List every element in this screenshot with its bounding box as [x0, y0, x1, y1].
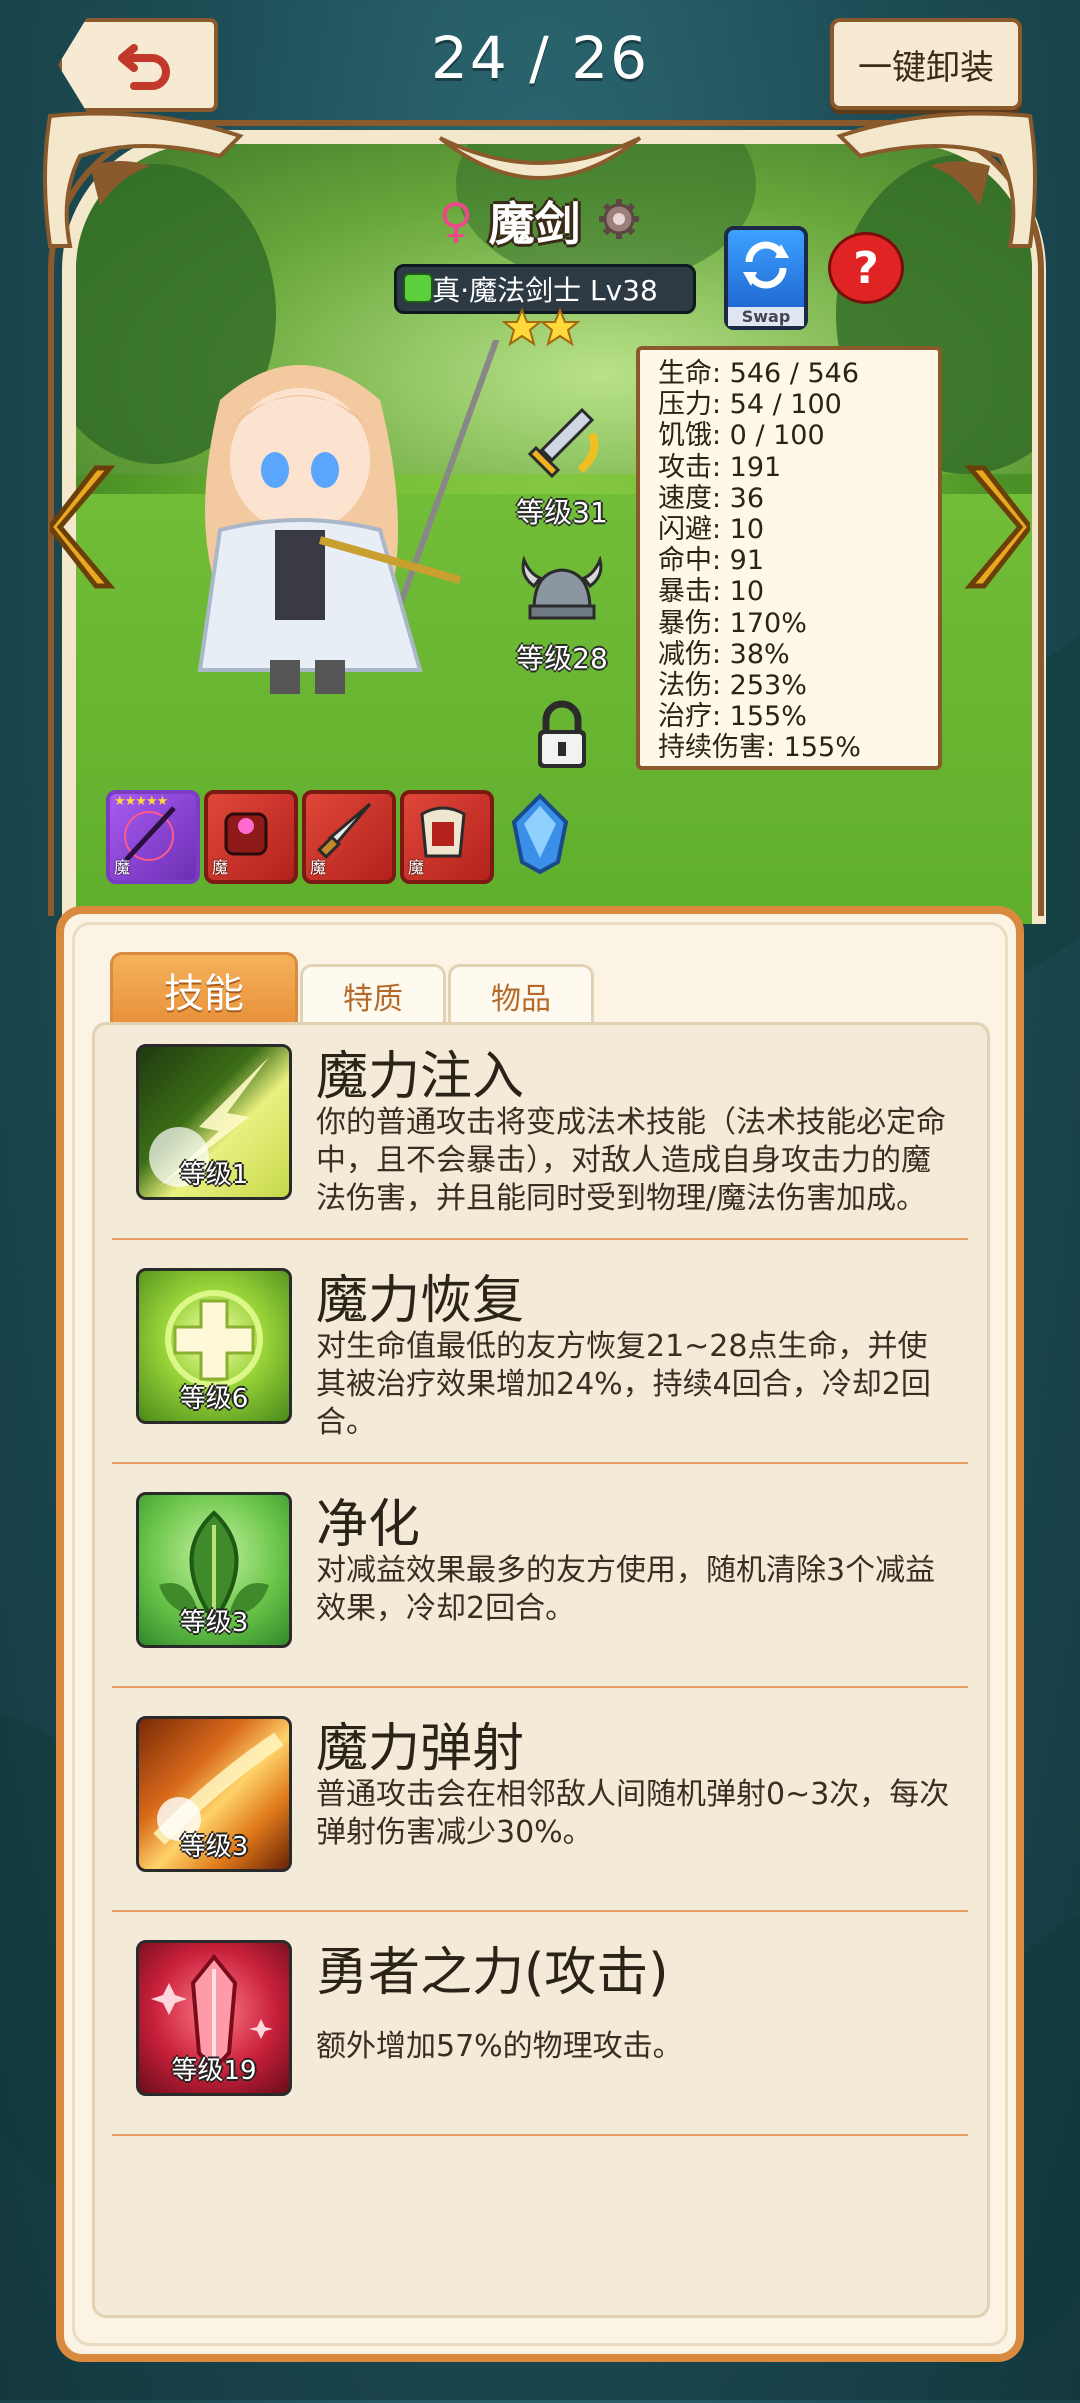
- item-tag: 魔: [408, 858, 425, 877]
- hero-name-row: ♀ 魔剑: [0, 188, 1080, 254]
- skill-description: 对减益效果最多的友方使用，随机清除3个减益效果，冷却2回合。: [316, 1553, 936, 1626]
- stat-hunger: 饥饿: 0 / 100: [658, 420, 825, 452]
- stat-hp: 生命: 546 / 546: [658, 358, 860, 389]
- stat-damage-reduction: 减伤: 38%: [658, 638, 790, 670]
- item-slot-staff[interactable]: ★★★★★ 魔: [106, 790, 200, 884]
- skill-icon-purify: 等级3: [136, 1492, 292, 1648]
- previous-hero-arrow[interactable]: [50, 462, 122, 592]
- star-icon: [539, 307, 581, 347]
- next-hero-arrow[interactable]: [958, 462, 1030, 592]
- locked-slot[interactable]: [500, 700, 624, 779]
- swap-arrows-icon: [743, 241, 789, 289]
- skill-item[interactable]: 等级3 魔力弹射 普通攻击会在相邻敌人间随机弹射0~3次，每次弹射伤害减少30%…: [112, 1686, 968, 1912]
- skill-level: 等级6: [179, 1384, 249, 1414]
- stat-stress: 压力: 54 / 100: [658, 389, 842, 421]
- item-slot-armor[interactable]: 魔: [400, 790, 494, 884]
- sword-icon: [527, 407, 599, 479]
- skill-item[interactable]: 等级1 魔力注入 你的普通攻击将变成法术技能（法术技能必定命中，且不会暴击），对…: [112, 1014, 968, 1240]
- item-slot-dagger[interactable]: 魔: [302, 790, 396, 884]
- hero-name: 魔剑: [488, 197, 581, 251]
- center-ornament: [438, 136, 642, 181]
- skill-level: 等级19: [171, 2056, 257, 2086]
- skill-icon-mana-recovery: 等级6: [136, 1268, 292, 1424]
- skill-name: 魔力恢复: [316, 1271, 525, 1331]
- item-tag: 魔: [114, 858, 131, 877]
- skill-name: 魔力注入: [316, 1047, 525, 1107]
- skill-description: 普通攻击会在相邻敌人间随机弹射0~3次，每次弹射伤害减少30%。: [316, 1777, 950, 1850]
- stat-attack: 攻击: 191: [658, 451, 782, 483]
- skill-name: 净化: [316, 1495, 421, 1555]
- stat-speed: 速度: 36: [658, 482, 765, 514]
- help-button[interactable]: ?: [828, 232, 904, 304]
- stat-accuracy: 命中: 91: [658, 545, 765, 577]
- helmet-level: 等级28: [516, 642, 608, 675]
- stats-panel: 生命: 546 / 546 压力: 54 / 100 饥饿: 0 / 100 攻…: [636, 346, 942, 770]
- swap-label: Swap: [728, 307, 804, 326]
- skill-name: 勇者之力(攻击): [316, 1943, 669, 2003]
- hero-sprite: [197, 340, 500, 694]
- gear-icon[interactable]: [596, 196, 642, 246]
- item-slot-bracer[interactable]: 魔: [204, 790, 298, 884]
- swap-button[interactable]: Swap: [724, 226, 808, 330]
- skill-description: 额外增加57%的物理攻击。: [316, 2029, 683, 2064]
- skill-item[interactable]: 等级6 魔力恢复 对生命值最低的友方恢复21~28点生命，并使其被治疗效果增加2…: [112, 1238, 968, 1464]
- weapon-slot[interactable]: 等级31: [500, 404, 624, 531]
- skill-level: 等级1: [179, 1160, 249, 1190]
- skill-name: 魔力弹射: [316, 1719, 525, 1779]
- blue-crystal-icon[interactable]: [508, 792, 572, 876]
- stat-crit: 暴击: 10: [658, 576, 765, 608]
- skill-level: 等级3: [179, 1608, 249, 1638]
- skill-item[interactable]: 等级3 净化 对减益效果最多的友方使用，随机清除3个减益效果，冷却2回合。: [112, 1462, 968, 1688]
- stat-dot-damage: 持续伤害: 155%: [658, 732, 861, 764]
- helmet-slot[interactable]: 等级28: [500, 555, 624, 677]
- skill-level: 等级3: [179, 1832, 249, 1862]
- skill-description: 你的普通攻击将变成法术技能（法术技能必定命中，且不会暴击），对敌人造成自身攻击力…: [316, 1105, 946, 1216]
- stat-magic-damage: 法伤: 253%: [658, 670, 807, 702]
- weapon-level: 等级31: [516, 496, 608, 529]
- skill-item[interactable]: 等级19 勇者之力(攻击) 额外增加57%的物理攻击。: [112, 1910, 968, 2136]
- item-tag: 魔: [212, 858, 229, 877]
- stat-healing: 治疗: 155%: [658, 701, 807, 733]
- stat-crit-damage: 暴伤: 170%: [658, 607, 807, 639]
- class-gem-icon: [403, 273, 433, 303]
- star-icon: [502, 307, 543, 347]
- skill-icon-mana-infusion: 等级1: [136, 1044, 292, 1200]
- viking-helmet-icon: [521, 555, 603, 620]
- class-level-label: 真·魔法剑士 Lv38: [432, 274, 658, 307]
- skill-description: 对生命值最低的友方恢复21~28点生命，并使其被治疗效果增加24%，持续4回合，…: [316, 1329, 931, 1440]
- stat-dodge: 闪避: 10: [658, 514, 765, 546]
- skill-icon-hero-power: 等级19: [136, 1940, 292, 2096]
- lock-icon: [538, 700, 586, 768]
- skill-icon-mana-bounce: 等级3: [136, 1716, 292, 1872]
- item-tag: 魔: [310, 858, 327, 877]
- female-gender-icon: ♀: [438, 193, 474, 249]
